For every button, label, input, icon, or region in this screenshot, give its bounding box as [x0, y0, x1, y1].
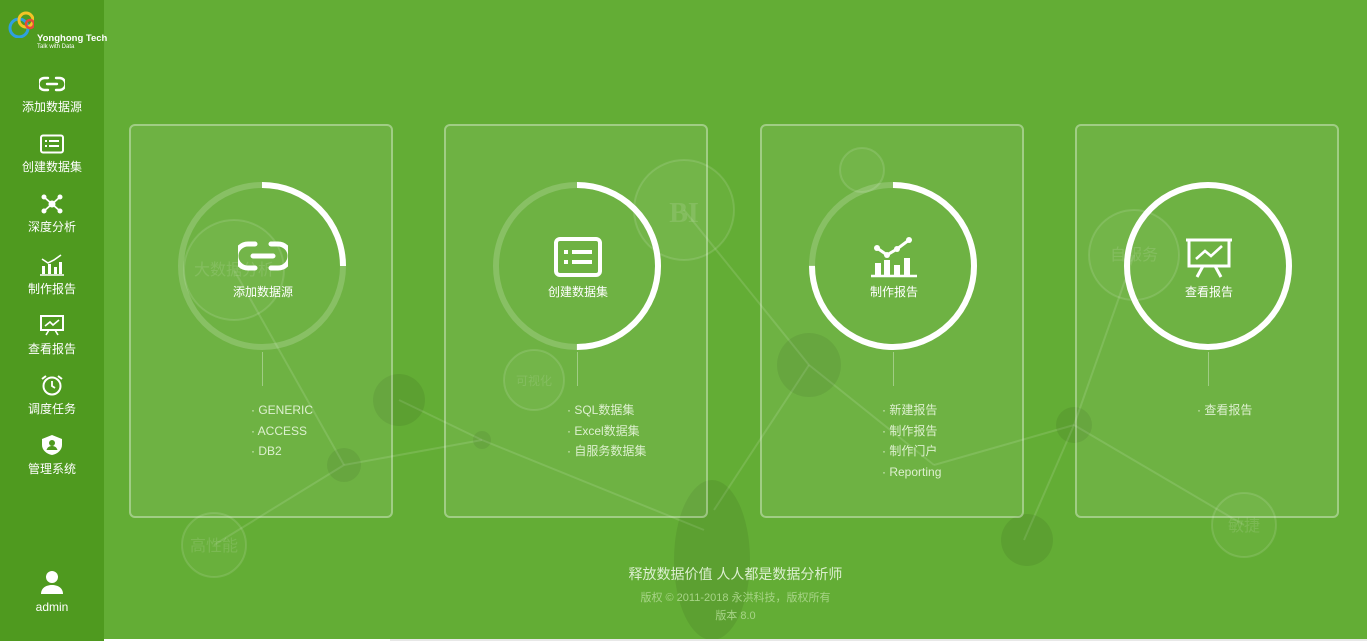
card-link-new-report[interactable]: · 新建报告	[882, 402, 941, 423]
card-link-list: · SQL数据集 · Excel数据集 · 自服务数据集	[567, 402, 646, 464]
bar-chart-icon[interactable]	[869, 236, 919, 278]
card-make-report: 制作报告 · 新建报告 · 制作报告 · 制作门户 · Reporting	[760, 124, 1024, 518]
sidebar-item-add-datasource[interactable]: 添加数据源	[0, 74, 104, 130]
link-icon	[39, 76, 65, 92]
user-name: admin	[35, 600, 69, 614]
user-menu[interactable]: admin	[0, 570, 104, 614]
sidebar-item-label: 调度任务	[27, 402, 76, 416]
card-link-make-report[interactable]: · 制作报告	[882, 423, 941, 444]
sidebar-item-make-report[interactable]: 制作报告	[0, 254, 104, 310]
card-view-report: 查看报告 · 查看报告	[1075, 124, 1339, 518]
shield-user-icon	[42, 435, 62, 455]
bar-chart-icon	[40, 254, 64, 276]
card-link-sql-dataset[interactable]: · SQL数据集	[567, 402, 646, 423]
card-link-list: · 新建报告 · 制作报告 · 制作门户 · Reporting	[882, 402, 941, 484]
card-link-generic[interactable]: · GENERIC	[251, 402, 313, 423]
card-link-excel-dataset[interactable]: · Excel数据集	[567, 423, 646, 444]
sidebar-item-schedule-task[interactable]: 调度任务	[0, 374, 104, 430]
card-link-access[interactable]: · ACCESS	[251, 423, 313, 444]
sidebar-item-label: 创建数据集	[21, 160, 82, 174]
sidebar-item-label: 添加数据源	[21, 100, 82, 114]
sidebar-item-deep-analysis[interactable]: 深度分析	[0, 194, 104, 250]
connector-line	[577, 352, 578, 386]
bg-label-performance: 高性能	[190, 537, 238, 555]
presentation-chart-icon	[40, 315, 64, 336]
bg-label-agile: 敏捷	[1228, 517, 1260, 535]
sidebar-item-label: 深度分析	[27, 220, 76, 234]
logo-name: Yonghong Tech	[37, 33, 108, 44]
card-link-make-portal[interactable]: · 制作门户	[882, 443, 941, 464]
logo[interactable]: Yonghong Tech Talk with Data	[6, 10, 107, 54]
card-title[interactable]: 创建数据集	[446, 283, 710, 300]
network-nodes-icon	[41, 194, 63, 214]
card-title[interactable]: 制作报告	[762, 283, 1026, 300]
logo-rings-icon	[8, 11, 34, 38]
presentation-chart-icon[interactable]	[1184, 236, 1234, 278]
card-link-list: · GENERIC · ACCESS · DB2	[251, 402, 313, 464]
logo-tagline: Talk with Data	[37, 44, 75, 50]
sidebar-item-create-dataset[interactable]: 创建数据集	[0, 134, 104, 190]
sidebar: Yonghong Tech Talk with Data 添加数据源 创建数据集…	[0, 0, 107, 641]
logo-text: Yonghong Tech Talk with Data	[37, 33, 107, 50]
sidebar-item-label: 管理系统	[27, 462, 76, 476]
card-add-datasource: 添加数据源 · GENERIC · ACCESS · DB2	[129, 124, 393, 518]
connector-line	[1208, 352, 1209, 386]
card-link-reporting[interactable]: · Reporting	[882, 464, 941, 485]
alarm-clock-icon	[41, 375, 63, 396]
card-link-db2[interactable]: · DB2	[251, 443, 313, 464]
sidebar-item-view-report[interactable]: 查看报告	[0, 314, 104, 370]
card-create-dataset: 创建数据集 · SQL数据集 · Excel数据集 · 自服务数据集	[444, 124, 708, 518]
sidebar-item-label: 制作报告	[27, 282, 76, 296]
link-icon[interactable]	[238, 236, 288, 278]
footer-slogan: 释放数据价值 人人都是数据分析师	[628, 566, 843, 582]
footer-copyright: 版权 © 2011-2018 永洪科技，版权所有	[640, 592, 831, 604]
card-title[interactable]: 添加数据源	[131, 283, 395, 300]
dataset-list-icon	[40, 134, 64, 154]
footer-version: 版本 8.0	[715, 610, 756, 622]
dataset-list-icon[interactable]	[553, 236, 603, 278]
card-link-selfservice-dataset[interactable]: · 自服务数据集	[567, 443, 646, 464]
card-link-view-report[interactable]: · 查看报告	[1197, 402, 1252, 423]
connector-line	[262, 352, 263, 386]
sidebar-item-manage-system[interactable]: 管理系统	[0, 434, 104, 490]
card-link-list: · 查看报告	[1197, 402, 1252, 423]
sidebar-item-label: 查看报告	[27, 342, 76, 356]
user-icon	[41, 571, 63, 594]
connector-line	[893, 352, 894, 386]
card-title[interactable]: 查看报告	[1077, 283, 1341, 300]
